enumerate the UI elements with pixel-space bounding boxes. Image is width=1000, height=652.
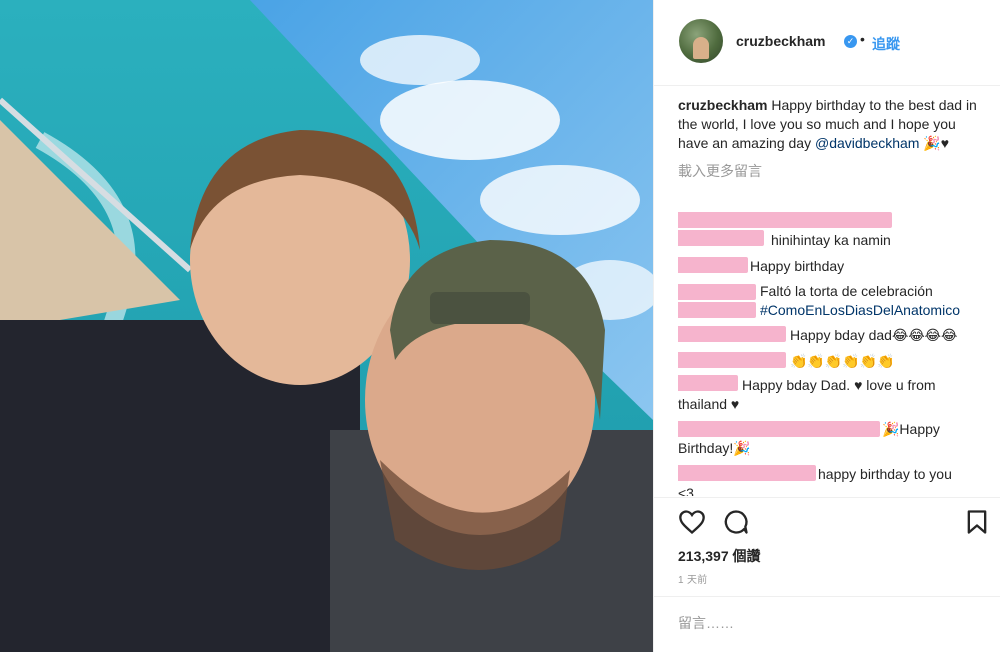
post-photo[interactable]: [0, 0, 653, 652]
likes-count[interactable]: 213,397 個讚: [678, 546, 761, 566]
follow-button[interactable]: 追蹤: [872, 34, 900, 54]
comment-text: thailand ♥: [678, 396, 740, 412]
photo-illustration: [0, 0, 653, 652]
comment-text: Happy birthday: [750, 258, 845, 274]
heart-icon[interactable]: [678, 508, 706, 536]
redacted-username: [678, 421, 880, 437]
redacted-username: [678, 352, 786, 368]
caption-emoji: 🎉♥: [919, 135, 950, 151]
load-more-comments-button[interactable]: 載入更多留言: [678, 161, 978, 179]
comment-text: happy birthday to you: [818, 466, 952, 482]
redacted-username: [678, 212, 892, 228]
comment-text: Happy bday dad😂😂😂😂: [790, 327, 958, 343]
redacted-username: [678, 465, 816, 481]
comment-text: 👏👏👏👏👏👏: [790, 353, 895, 369]
caption: cruzbeckham Happy birthday to the best d…: [678, 96, 978, 153]
comment-text: 🎉Happy: [882, 421, 940, 437]
post-header: cruzbeckham ✓ • 追蹤: [654, 0, 1000, 86]
comments-list[interactable]: cruzbeckham Happy birthday to the best d…: [678, 96, 978, 496]
bookmark-icon[interactable]: [963, 508, 991, 536]
caption-username[interactable]: cruzbeckham: [678, 97, 767, 113]
caption-mention[interactable]: @davidbeckham: [815, 135, 920, 151]
comment-text: hinihintay ka namin: [771, 232, 891, 248]
post-timestamp[interactable]: 1 天前: [678, 571, 708, 586]
add-comment-section: [654, 596, 1000, 652]
comment-text: Happy bday Dad. ♥ love u from: [742, 377, 936, 393]
verified-badge-icon: ✓: [844, 35, 857, 48]
comment-text: Faltó la torta de celebración: [760, 283, 933, 299]
redacted-username: [678, 284, 756, 300]
post-actions-bar: [654, 497, 1000, 542]
username-link[interactable]: cruzbeckham: [736, 33, 825, 49]
comment-hashtag[interactable]: #ComoEnLosDiasDelAnatomico: [760, 301, 960, 320]
comment-text: <3: [678, 485, 694, 496]
redacted-username: [678, 230, 764, 246]
comment-input[interactable]: [678, 611, 978, 635]
redacted-username: [678, 375, 738, 391]
comment-bubble-icon[interactable]: [722, 508, 750, 536]
redacted-username: [678, 302, 756, 318]
redacted-username: [678, 326, 786, 342]
comment-text: Birthday!🎉: [678, 440, 751, 456]
post-side-panel: cruzbeckham ✓ • 追蹤 cruzbeckham Happy bir…: [653, 0, 1000, 652]
separator-dot: •: [860, 31, 865, 47]
redacted-username: [678, 257, 748, 273]
avatar[interactable]: [679, 19, 723, 63]
